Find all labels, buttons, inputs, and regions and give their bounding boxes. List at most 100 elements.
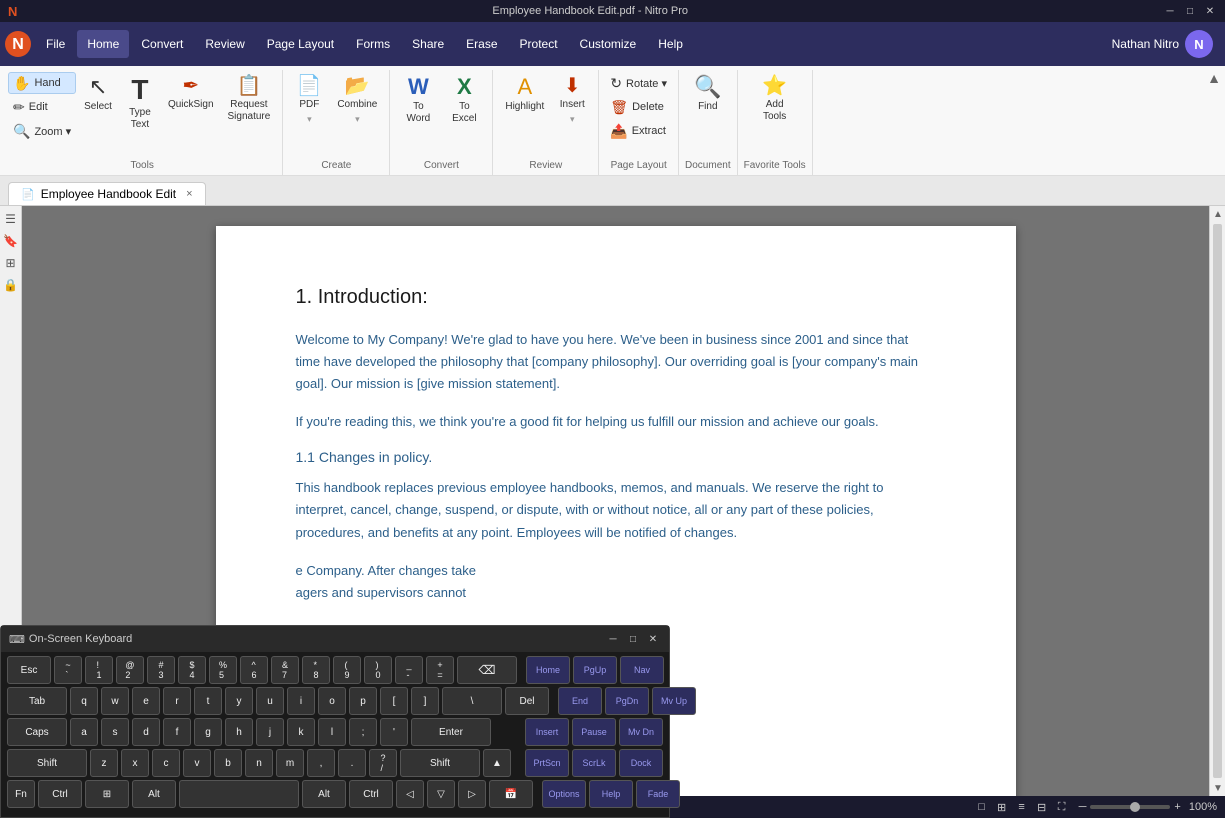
maximize-button[interactable]: □ — [1183, 4, 1197, 18]
key-a[interactable]: a — [70, 718, 98, 746]
key-uparrow[interactable]: ▲ — [483, 749, 511, 777]
view-thumbs-button[interactable]: ⊟ — [1033, 798, 1051, 816]
menu-forms[interactable]: Forms — [346, 30, 400, 58]
delete-button[interactable]: 🗑 Delete — [605, 96, 672, 118]
scroll-down-button[interactable]: ▼ — [1210, 780, 1225, 796]
key-h[interactable]: h — [225, 718, 253, 746]
quicksign-button[interactable]: ✒ QuickSign — [162, 72, 220, 142]
key-k[interactable]: k — [287, 718, 315, 746]
osk-close-button[interactable]: ✕ — [645, 631, 661, 647]
rotate-button[interactable]: ↻ Rotate ▾ — [605, 72, 672, 94]
key-period[interactable]: . — [338, 749, 366, 777]
menu-erase[interactable]: Erase — [456, 30, 507, 58]
key-5[interactable]: %5 — [209, 656, 237, 684]
key-comma[interactable]: , — [307, 749, 335, 777]
key-rightarrow[interactable]: ▷ — [458, 780, 486, 808]
key-lbracket[interactable]: [ — [380, 687, 408, 715]
view-double-button[interactable]: ⊞ — [993, 798, 1011, 816]
minimize-button[interactable]: ─ — [1163, 4, 1177, 18]
select-button[interactable]: ↖ Select — [78, 72, 118, 142]
key-options[interactable]: Options — [542, 780, 586, 808]
zoom-track[interactable] — [1090, 805, 1170, 809]
key-x[interactable]: x — [121, 749, 149, 777]
type-text-button[interactable]: T TypeText — [120, 72, 160, 142]
key-p[interactable]: p — [349, 687, 377, 715]
key-nav[interactable]: Nav — [620, 656, 664, 684]
menu-customize[interactable]: Customize — [570, 30, 647, 58]
key-dock[interactable]: Dock — [619, 749, 663, 777]
key-o[interactable]: o — [318, 687, 346, 715]
key-quote[interactable]: ' — [380, 718, 408, 746]
key-i[interactable]: i — [287, 687, 315, 715]
insert-button[interactable]: ⬇ Insert ▾ — [552, 72, 592, 142]
menu-pagelayout[interactable]: Page Layout — [257, 30, 344, 58]
scroll-thumb[interactable] — [1213, 224, 1222, 778]
key-pgdn[interactable]: PgDn — [605, 687, 649, 715]
sidebar-bookmarks-icon[interactable]: 🔖 — [2, 232, 20, 250]
scroll-up-button[interactable]: ▲ — [1210, 206, 1225, 222]
key-s[interactable]: s — [101, 718, 129, 746]
menu-share[interactable]: Share — [402, 30, 454, 58]
key-del[interactable]: Del — [505, 687, 549, 715]
key-tab[interactable]: Tab — [7, 687, 67, 715]
menu-file[interactable]: File — [36, 30, 75, 58]
key-6[interactable]: ^6 — [240, 656, 268, 684]
key-v[interactable]: v — [183, 749, 211, 777]
to-excel-button[interactable]: X ToExcel — [442, 72, 486, 142]
sidebar-thumbnails-icon[interactable]: ⊞ — [2, 254, 20, 272]
key-minus[interactable]: _- — [395, 656, 423, 684]
key-alt-left[interactable]: Alt — [132, 780, 176, 808]
key-mvdn[interactable]: Mv Dn — [619, 718, 663, 746]
key-4[interactable]: $4 — [178, 656, 206, 684]
key-ctrl-right[interactable]: Ctrl — [349, 780, 393, 808]
key-backspace[interactable]: ⌫ — [457, 656, 517, 684]
key-f[interactable]: f — [163, 718, 191, 746]
right-scrollbar[interactable]: ▲ ▼ — [1209, 206, 1225, 796]
key-leftarrow[interactable]: ◁ — [396, 780, 424, 808]
menu-help[interactable]: Help — [648, 30, 693, 58]
key-j[interactable]: j — [256, 718, 284, 746]
key-shift-right[interactable]: Shift — [400, 749, 480, 777]
key-prtscn[interactable]: PrtScn — [525, 749, 569, 777]
to-word-button[interactable]: W ToWord — [396, 72, 440, 142]
key-c[interactable]: c — [152, 749, 180, 777]
key-b[interactable]: b — [214, 749, 242, 777]
user-avatar[interactable]: N — [1185, 30, 1213, 58]
key-enter[interactable]: Enter — [411, 718, 491, 746]
key-3[interactable]: #3 — [147, 656, 175, 684]
zoom-slider[interactable]: ─ + — [1079, 801, 1181, 813]
key-z[interactable]: z — [90, 749, 118, 777]
key-9[interactable]: (9 — [333, 656, 361, 684]
key-g[interactable]: g — [194, 718, 222, 746]
pdf-button[interactable]: 📄 PDF ▾ — [289, 72, 329, 142]
key-space[interactable] — [179, 780, 299, 808]
key-fn[interactable]: Fn — [7, 780, 35, 808]
key-calendar[interactable]: 📅 — [489, 780, 533, 808]
zoom-tool-button[interactable]: 🔍 Zoom ▾ — [8, 120, 76, 142]
request-signature-button[interactable]: 📋 RequestSignature — [222, 72, 277, 142]
find-button[interactable]: 🔍 Find — [688, 72, 728, 142]
osk-minimize-button[interactable]: ─ — [605, 631, 621, 647]
doc-tab-close-button[interactable]: × — [186, 188, 192, 200]
key-backslash[interactable]: \ — [442, 687, 502, 715]
close-button[interactable]: ✕ — [1203, 4, 1217, 18]
key-8[interactable]: *8 — [302, 656, 330, 684]
osk-titlebar[interactable]: ⌨ On-Screen Keyboard ─ □ ✕ — [1, 626, 669, 652]
sidebar-lock-icon[interactable]: 🔒 — [2, 276, 20, 294]
key-u[interactable]: u — [256, 687, 284, 715]
key-l[interactable]: l — [318, 718, 346, 746]
key-d[interactable]: d — [132, 718, 160, 746]
key-y[interactable]: y — [225, 687, 253, 715]
zoom-in-button[interactable]: + — [1174, 801, 1180, 813]
key-home[interactable]: Home — [526, 656, 570, 684]
key-win[interactable]: ⊞ — [85, 780, 129, 808]
key-w[interactable]: w — [101, 687, 129, 715]
zoom-thumb[interactable] — [1130, 802, 1140, 812]
key-m[interactable]: m — [276, 749, 304, 777]
key-help[interactable]: Help — [589, 780, 633, 808]
menu-review[interactable]: Review — [195, 30, 254, 58]
menu-protect[interactable]: Protect — [510, 30, 568, 58]
hand-tool-button[interactable]: ✋ Hand — [8, 72, 76, 94]
key-semicolon[interactable]: ; — [349, 718, 377, 746]
key-equals[interactable]: += — [426, 656, 454, 684]
